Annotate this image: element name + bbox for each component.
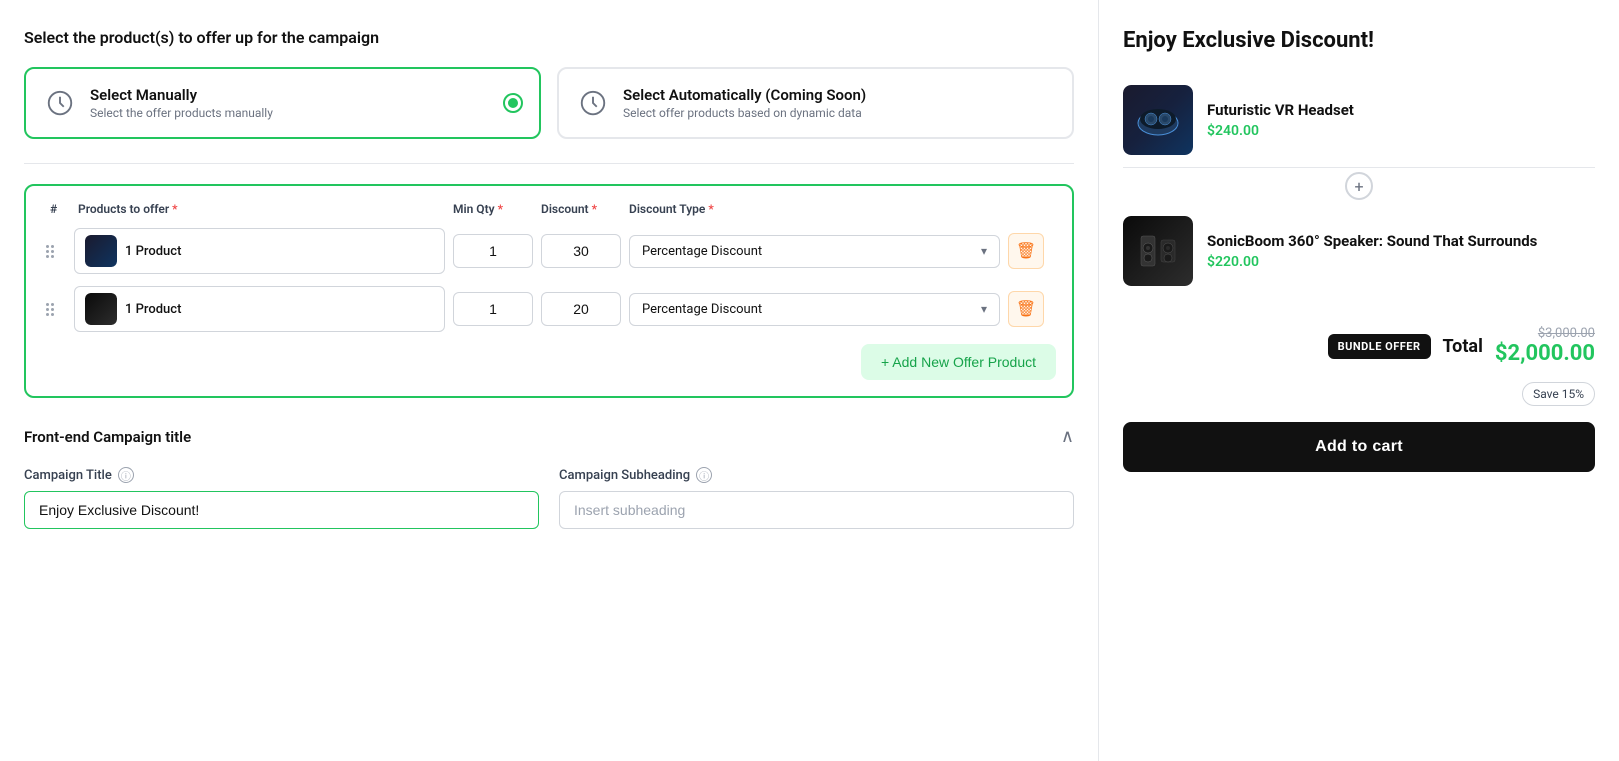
select-auto-card[interactable]: Select Automatically (Coming Soon) Selec… bbox=[557, 67, 1074, 139]
product-name-2: 1 Product bbox=[125, 302, 181, 317]
required-star-products: * bbox=[172, 202, 177, 216]
table-header: # Products to offer * Min Qty * Discount… bbox=[42, 202, 1056, 216]
total-label: Total bbox=[1443, 336, 1483, 357]
campaign-section-title: Front-end Campaign title bbox=[24, 428, 191, 446]
clock-icon-manual bbox=[42, 85, 78, 121]
original-price: $3,000.00 bbox=[1538, 326, 1595, 341]
campaign-section-header: Front-end Campaign title ∧ bbox=[24, 426, 1074, 447]
discount-type-select-1[interactable]: Percentage Discount ▾ bbox=[629, 235, 1000, 268]
trash-icon-2: 🗑 bbox=[1016, 299, 1036, 319]
qty-input-2[interactable] bbox=[453, 292, 533, 326]
product-field-2[interactable]: 1 Product bbox=[74, 286, 445, 332]
form-grid: Campaign Title ⓘ Campaign Subheading ⓘ bbox=[24, 467, 1074, 529]
qty-input-1[interactable] bbox=[453, 234, 533, 268]
product-thumb-1 bbox=[85, 235, 117, 267]
required-star-discount: * bbox=[592, 202, 597, 216]
product-thumb-2 bbox=[85, 293, 117, 325]
campaign-title-input[interactable] bbox=[24, 491, 539, 529]
table-row: 1 Product Percentage Discount ▾ 🗑 bbox=[42, 286, 1056, 332]
select-manually-card[interactable]: Select Manually Select the offer product… bbox=[24, 67, 541, 139]
col-discount: Discount * bbox=[541, 202, 621, 216]
auto-card-content: Select Automatically (Coming Soon) Selec… bbox=[623, 86, 1056, 120]
product-info-1: Futuristic VR Headset $240.00 bbox=[1207, 101, 1595, 139]
product-image-vr bbox=[1123, 85, 1193, 155]
auto-card-title: Select Automatically (Coming Soon) bbox=[623, 86, 1056, 104]
manual-card-subtitle: Select the offer products manually bbox=[90, 106, 491, 120]
collapse-button[interactable]: ∧ bbox=[1061, 426, 1074, 447]
campaign-title-section: Front-end Campaign title ∧ Campaign Titl… bbox=[24, 426, 1074, 529]
selection-cards: Select Manually Select the offer product… bbox=[24, 67, 1074, 139]
info-icon-title: ⓘ bbox=[118, 467, 134, 483]
table-row: 1 Product Percentage Discount ▾ 🗑 bbox=[42, 228, 1056, 274]
product-list: Futuristic VR Headset $240.00 + bbox=[1123, 73, 1595, 298]
add-offer-button[interactable]: + Add New Offer Product bbox=[861, 344, 1056, 380]
chevron-down-icon-1: ▾ bbox=[981, 244, 987, 258]
drag-handle-1[interactable] bbox=[46, 245, 66, 258]
save-row: Save 15% bbox=[1123, 382, 1595, 406]
delete-btn-2[interactable]: 🗑 bbox=[1008, 291, 1044, 327]
manual-card-title: Select Manually bbox=[90, 86, 491, 104]
discount-type-label-1: Percentage Discount bbox=[642, 244, 762, 259]
auto-card-subtitle: Select offer products based on dynamic d… bbox=[623, 106, 1056, 120]
manual-radio[interactable] bbox=[503, 93, 523, 113]
discount-type-label-2: Percentage Discount bbox=[642, 302, 762, 317]
product-field-1[interactable]: 1 Product bbox=[74, 228, 445, 274]
product-price-2: $220.00 bbox=[1207, 254, 1595, 270]
discount-type-select-2[interactable]: Percentage Discount ▾ bbox=[629, 293, 1000, 326]
product-name-1: 1 Product bbox=[125, 244, 181, 259]
right-panel: Enjoy Exclusive Discount! Futuristic VR bbox=[1099, 0, 1619, 761]
col-discount-type: Discount Type * bbox=[629, 202, 996, 216]
discount-input-1[interactable] bbox=[541, 234, 621, 268]
required-star-type: * bbox=[708, 202, 713, 216]
add-to-cart-button[interactable]: Add to cart bbox=[1123, 422, 1595, 472]
required-star-qty: * bbox=[498, 202, 503, 216]
product-image-speaker bbox=[1123, 216, 1193, 286]
plus-separator: + bbox=[1123, 168, 1595, 204]
product-preview-name-1: Futuristic VR Headset bbox=[1207, 101, 1595, 119]
campaign-subheading-input[interactable] bbox=[559, 491, 1074, 529]
info-icon-subheading: ⓘ bbox=[696, 467, 712, 483]
campaign-title-group: Campaign Title ⓘ bbox=[24, 467, 539, 529]
product-item-1: Futuristic VR Headset $240.00 bbox=[1123, 73, 1595, 168]
total-prices: $3,000.00 $2,000.00 bbox=[1495, 326, 1595, 366]
product-info-2: SonicBoom 360° Speaker: Sound That Surro… bbox=[1207, 232, 1595, 270]
offer-table: # Products to offer * Min Qty * Discount… bbox=[24, 184, 1074, 398]
drag-handle-2[interactable] bbox=[46, 303, 66, 316]
discount-input-2[interactable] bbox=[541, 292, 621, 326]
manual-card-content: Select Manually Select the offer product… bbox=[90, 86, 491, 120]
delete-btn-1[interactable]: 🗑 bbox=[1008, 233, 1044, 269]
left-panel: Select the product(s) to offer up for th… bbox=[0, 0, 1099, 761]
product-preview-name-2: SonicBoom 360° Speaker: Sound That Surro… bbox=[1207, 232, 1595, 250]
plus-icon: + bbox=[1345, 172, 1373, 200]
main-title: Select the product(s) to offer up for th… bbox=[24, 28, 1074, 47]
preview-title: Enjoy Exclusive Discount! bbox=[1123, 28, 1595, 53]
col-products: Products to offer * bbox=[78, 202, 445, 216]
campaign-subheading-label: Campaign Subheading ⓘ bbox=[559, 467, 1074, 483]
campaign-subheading-group: Campaign Subheading ⓘ bbox=[559, 467, 1074, 529]
total-section: BUNDLE OFFER Total $3,000.00 $2,000.00 bbox=[1123, 318, 1595, 374]
product-item-2: SonicBoom 360° Speaker: Sound That Surro… bbox=[1123, 204, 1595, 298]
trash-icon-1: 🗑 bbox=[1016, 241, 1036, 261]
chevron-down-icon-2: ▾ bbox=[981, 302, 987, 316]
campaign-title-label: Campaign Title ⓘ bbox=[24, 467, 539, 483]
col-min-qty: Min Qty * bbox=[453, 202, 533, 216]
discounted-price: $2,000.00 bbox=[1495, 341, 1595, 366]
bundle-badge: BUNDLE OFFER bbox=[1328, 334, 1431, 359]
save-badge: Save 15% bbox=[1522, 382, 1595, 406]
col-hash: # bbox=[50, 202, 70, 216]
clock-icon-auto bbox=[575, 85, 611, 121]
product-price-1: $240.00 bbox=[1207, 123, 1595, 139]
divider bbox=[24, 163, 1074, 164]
